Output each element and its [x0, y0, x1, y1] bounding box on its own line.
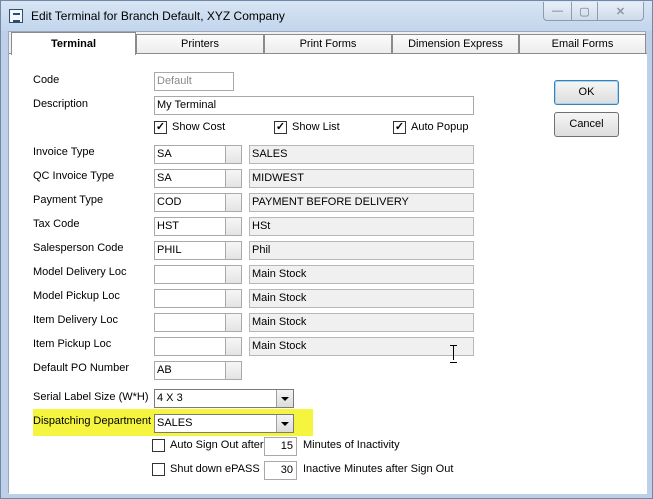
payment-type-code-field[interactable]: COD: [154, 193, 225, 212]
shut-down-checkbox[interactable]: [152, 463, 165, 476]
payment-type-label: Payment Type: [33, 194, 104, 206]
title-bar: Edit Terminal for Branch Default, XYZ Co…: [1, 1, 652, 31]
text-cursor-icon: [450, 345, 457, 363]
auto-sign-out-suffix: Minutes of Inactivity: [303, 439, 400, 451]
tax-code-description: HSt: [249, 217, 474, 236]
show-list-label: Show List: [292, 121, 340, 133]
model-pickup-loc-lookup-button[interactable]: [225, 289, 242, 308]
salesperson-code-field[interactable]: PHIL: [154, 241, 225, 260]
dialog-client: Terminal Printers Print Forms Dimension …: [8, 31, 647, 494]
dispatching-department-select[interactable]: SALES: [154, 414, 294, 433]
tab-dimension-express[interactable]: Dimension Express: [392, 34, 519, 54]
invoice-type-lookup-button[interactable]: [225, 145, 242, 164]
default-po-lookup-button[interactable]: [225, 361, 242, 380]
auto-sign-out-checkbox[interactable]: [152, 439, 165, 452]
salesperson-code-lookup-button[interactable]: [225, 241, 242, 260]
close-button[interactable]: ✕: [597, 2, 644, 21]
description-field[interactable]: My Terminal: [154, 96, 474, 115]
item-pickup-loc-label: Item Pickup Loc: [33, 338, 112, 350]
dispatching-department-value: SALES: [157, 417, 193, 429]
item-pickup-loc-lookup-button[interactable]: [225, 337, 242, 356]
chevron-down-icon[interactable]: [276, 390, 293, 407]
item-pickup-loc-description: Main Stock: [249, 337, 474, 356]
edit-terminal-window: Edit Terminal for Branch Default, XYZ Co…: [0, 0, 653, 499]
qc-invoice-type-code-field[interactable]: SA: [154, 169, 225, 188]
show-cost-label: Show Cost: [172, 121, 226, 133]
model-delivery-loc-description: Main Stock: [249, 265, 474, 284]
salesperson-code-label: Salesperson Code: [33, 242, 124, 254]
tab-email-forms[interactable]: Email Forms: [519, 34, 646, 54]
maximize-button[interactable]: ▢: [571, 2, 598, 21]
serial-label-size-value: 4 X 3: [157, 392, 183, 404]
tab-terminal[interactable]: Terminal: [11, 32, 136, 55]
qc-invoice-type-label: QC Invoice Type: [33, 170, 115, 182]
invoice-type-description: SALES: [249, 145, 474, 164]
tab-print-forms[interactable]: Print Forms: [264, 34, 392, 54]
tax-code-label: Tax Code: [33, 218, 80, 230]
description-label: Description: [33, 98, 89, 110]
item-delivery-loc-field[interactable]: [154, 313, 225, 332]
serial-label-size-select[interactable]: 4 X 3: [154, 389, 294, 408]
shut-down-label: Shut down ePASS: [170, 463, 260, 475]
dispatching-department-label: Dispatching Department: [33, 415, 152, 427]
qc-invoice-type-lookup-button[interactable]: [225, 169, 242, 188]
auto-sign-out-minutes-field[interactable]: 15: [264, 437, 297, 456]
model-pickup-loc-field[interactable]: [154, 289, 225, 308]
show-cost-checkbox[interactable]: ✓: [154, 121, 167, 134]
auto-sign-out-label: Auto Sign Out after: [170, 439, 264, 451]
auto-popup-checkbox[interactable]: ✓: [393, 121, 406, 134]
default-po-label: Default PO Number: [33, 362, 129, 374]
chevron-down-icon[interactable]: [276, 415, 293, 432]
model-delivery-loc-lookup-button[interactable]: [225, 265, 242, 284]
model-delivery-loc-field[interactable]: [154, 265, 225, 284]
auto-popup-label: Auto Popup: [411, 121, 469, 133]
item-delivery-loc-label: Item Delivery Loc: [33, 314, 118, 326]
serial-label-size-label: Serial Label Size (W*H): [33, 391, 149, 403]
code-label: Code: [33, 74, 60, 86]
item-pickup-loc-field[interactable]: [154, 337, 225, 356]
payment-type-description: PAYMENT BEFORE DELIVERY: [249, 193, 474, 212]
shut-down-suffix: Inactive Minutes after Sign Out: [303, 463, 454, 475]
app-icon: [9, 9, 23, 23]
code-field[interactable]: Default: [154, 72, 234, 91]
item-delivery-loc-lookup-button[interactable]: [225, 313, 242, 332]
cancel-button[interactable]: Cancel: [554, 112, 619, 137]
model-delivery-loc-label: Model Delivery Loc: [33, 266, 127, 278]
ok-button[interactable]: OK: [554, 80, 619, 105]
window-title: Edit Terminal for Branch Default, XYZ Co…: [31, 9, 285, 23]
qc-invoice-type-description: MIDWEST: [249, 169, 474, 188]
model-pickup-loc-label: Model Pickup Loc: [33, 290, 120, 302]
salesperson-description: Phil: [249, 241, 474, 260]
tab-strip: Terminal Printers Print Forms Dimension …: [9, 32, 647, 55]
shut-down-minutes-field[interactable]: 30: [264, 461, 297, 480]
item-delivery-loc-description: Main Stock: [249, 313, 474, 332]
model-pickup-loc-description: Main Stock: [249, 289, 474, 308]
minimize-button[interactable]: —: [543, 2, 572, 21]
terminal-panel: Code Default Description My Terminal ✓ S…: [9, 53, 647, 494]
invoice-type-label: Invoice Type: [33, 146, 95, 158]
tax-code-lookup-button[interactable]: [225, 217, 242, 236]
default-po-field[interactable]: AB: [154, 361, 225, 380]
tax-code-field[interactable]: HST: [154, 217, 225, 236]
show-list-checkbox[interactable]: ✓: [274, 121, 287, 134]
tab-printers[interactable]: Printers: [136, 34, 264, 54]
payment-type-lookup-button[interactable]: [225, 193, 242, 212]
invoice-type-code-field[interactable]: SA: [154, 145, 225, 164]
